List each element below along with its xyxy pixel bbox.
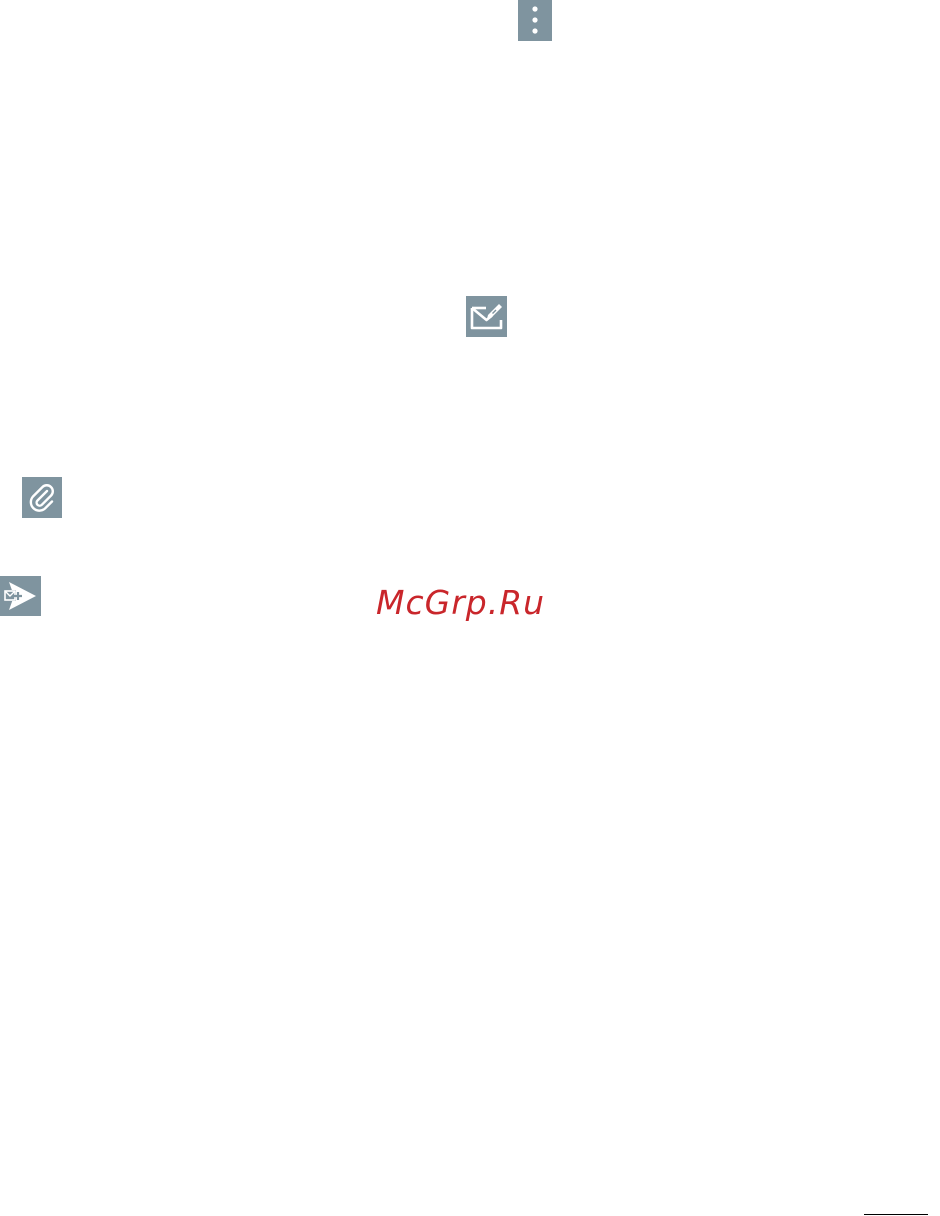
paperclip-icon xyxy=(22,477,62,518)
more-vertical-icon xyxy=(518,0,552,41)
watermark-text: McGrp.Ru xyxy=(376,583,546,622)
send-email-icon xyxy=(0,576,41,616)
footer-rule xyxy=(864,1214,928,1215)
compose-email-icon xyxy=(466,296,507,337)
